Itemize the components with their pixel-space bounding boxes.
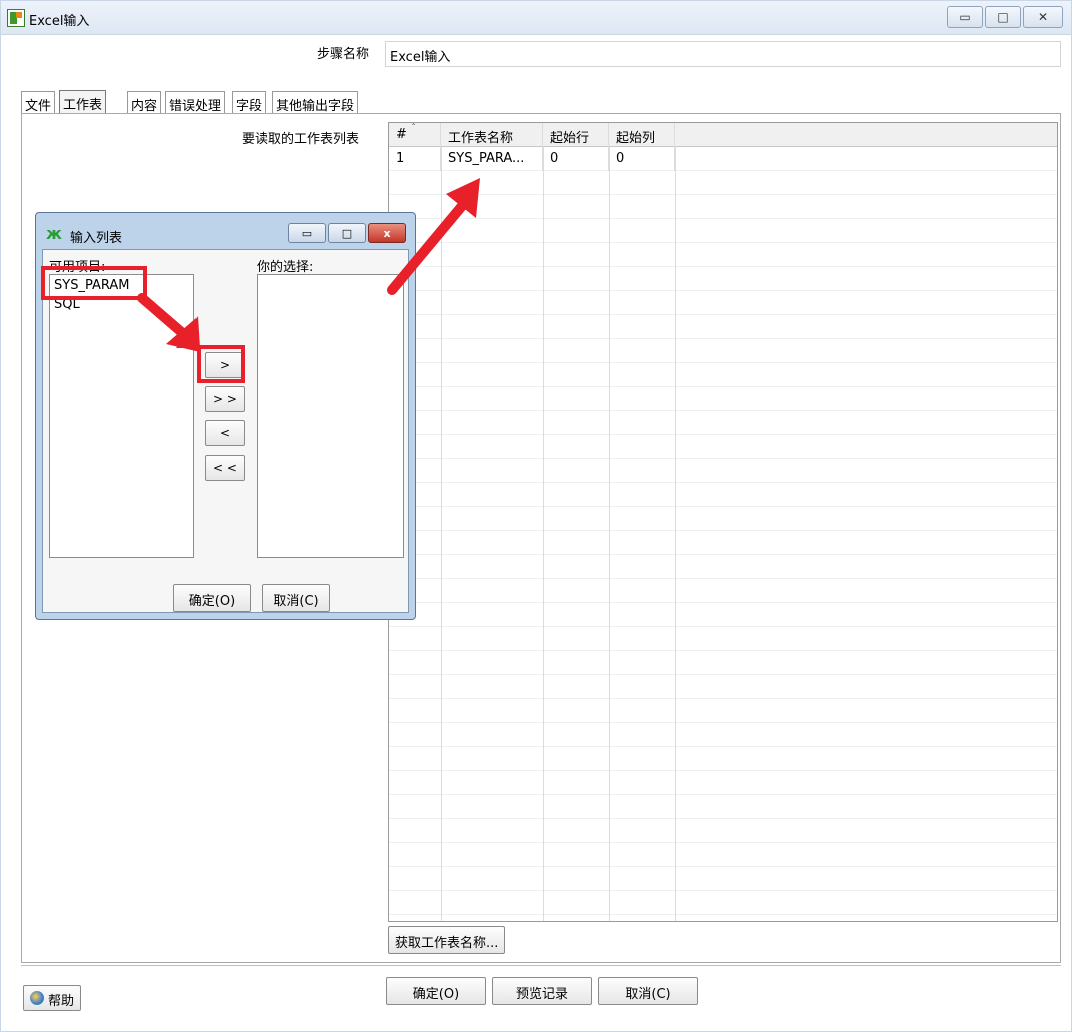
arrow-to-add-button: [137, 293, 200, 352]
arrow-to-table: [387, 178, 480, 295]
annotation-arrows: [137, 178, 480, 352]
